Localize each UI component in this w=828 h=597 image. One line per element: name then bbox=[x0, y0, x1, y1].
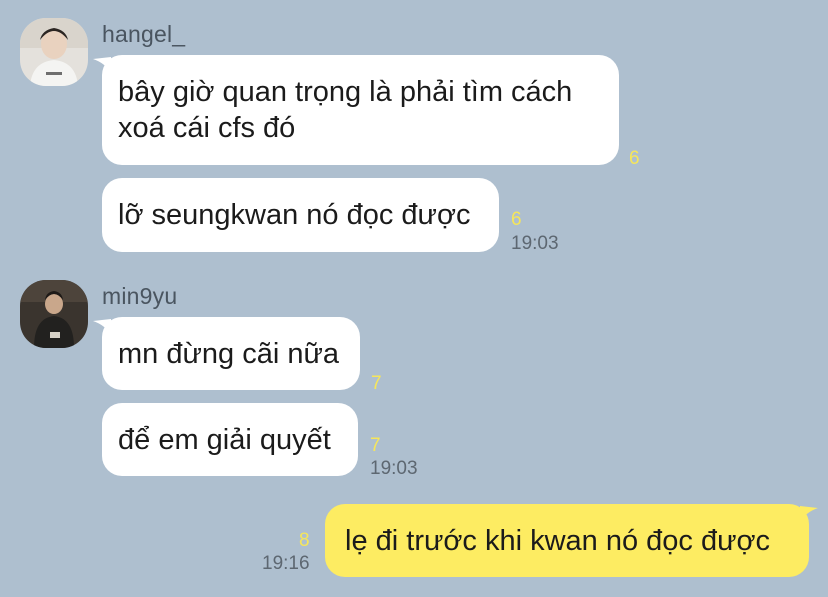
message-text: mn đừng cãi nữa bbox=[118, 338, 339, 370]
unread-count: 7 bbox=[370, 435, 381, 456]
sender-name: min9yu bbox=[102, 283, 178, 309]
message-timestamp: 19:16 bbox=[262, 553, 310, 574]
message-timestamp: 19:03 bbox=[511, 233, 559, 254]
unread-count: 6 bbox=[629, 148, 640, 169]
message-text: lẹ đi trước khi kwan nó đọc được bbox=[345, 525, 771, 557]
unread-count: 6 bbox=[511, 209, 522, 230]
message-bubble-outgoing[interactable]: lẹ đi trước khi kwan nó đọc được bbox=[325, 504, 818, 577]
message-bubble[interactable]: để em giải quyết bbox=[102, 403, 358, 476]
bubble-tail-icon bbox=[800, 506, 818, 522]
profile-photo-icon bbox=[20, 18, 88, 86]
bubble-tail-icon bbox=[93, 319, 111, 335]
message-bubble[interactable]: bây giờ quan trọng là phải tìm cách xoá … bbox=[93, 55, 619, 165]
profile-photo-icon bbox=[20, 280, 88, 348]
unread-count: 7 bbox=[371, 373, 382, 394]
message-bubble[interactable]: lỡ seungkwan nó đọc được bbox=[102, 178, 499, 252]
avatar-hangel[interactable] bbox=[20, 18, 88, 86]
message-text: lỡ seungkwan nó đọc được bbox=[118, 199, 471, 231]
message-text: bây giờ quan trọng là phải tìm cách xoá … bbox=[118, 76, 573, 144]
avatar-min9yu[interactable] bbox=[20, 280, 88, 348]
unread-count: 8 bbox=[299, 530, 310, 551]
message-text: để em giải quyết bbox=[118, 424, 331, 456]
sender-name: hangel_ bbox=[102, 21, 186, 47]
message-timestamp: 19:03 bbox=[370, 458, 418, 479]
bubble-tail-icon bbox=[93, 57, 111, 73]
message-bubble[interactable]: mn đừng cãi nữa bbox=[93, 317, 360, 390]
